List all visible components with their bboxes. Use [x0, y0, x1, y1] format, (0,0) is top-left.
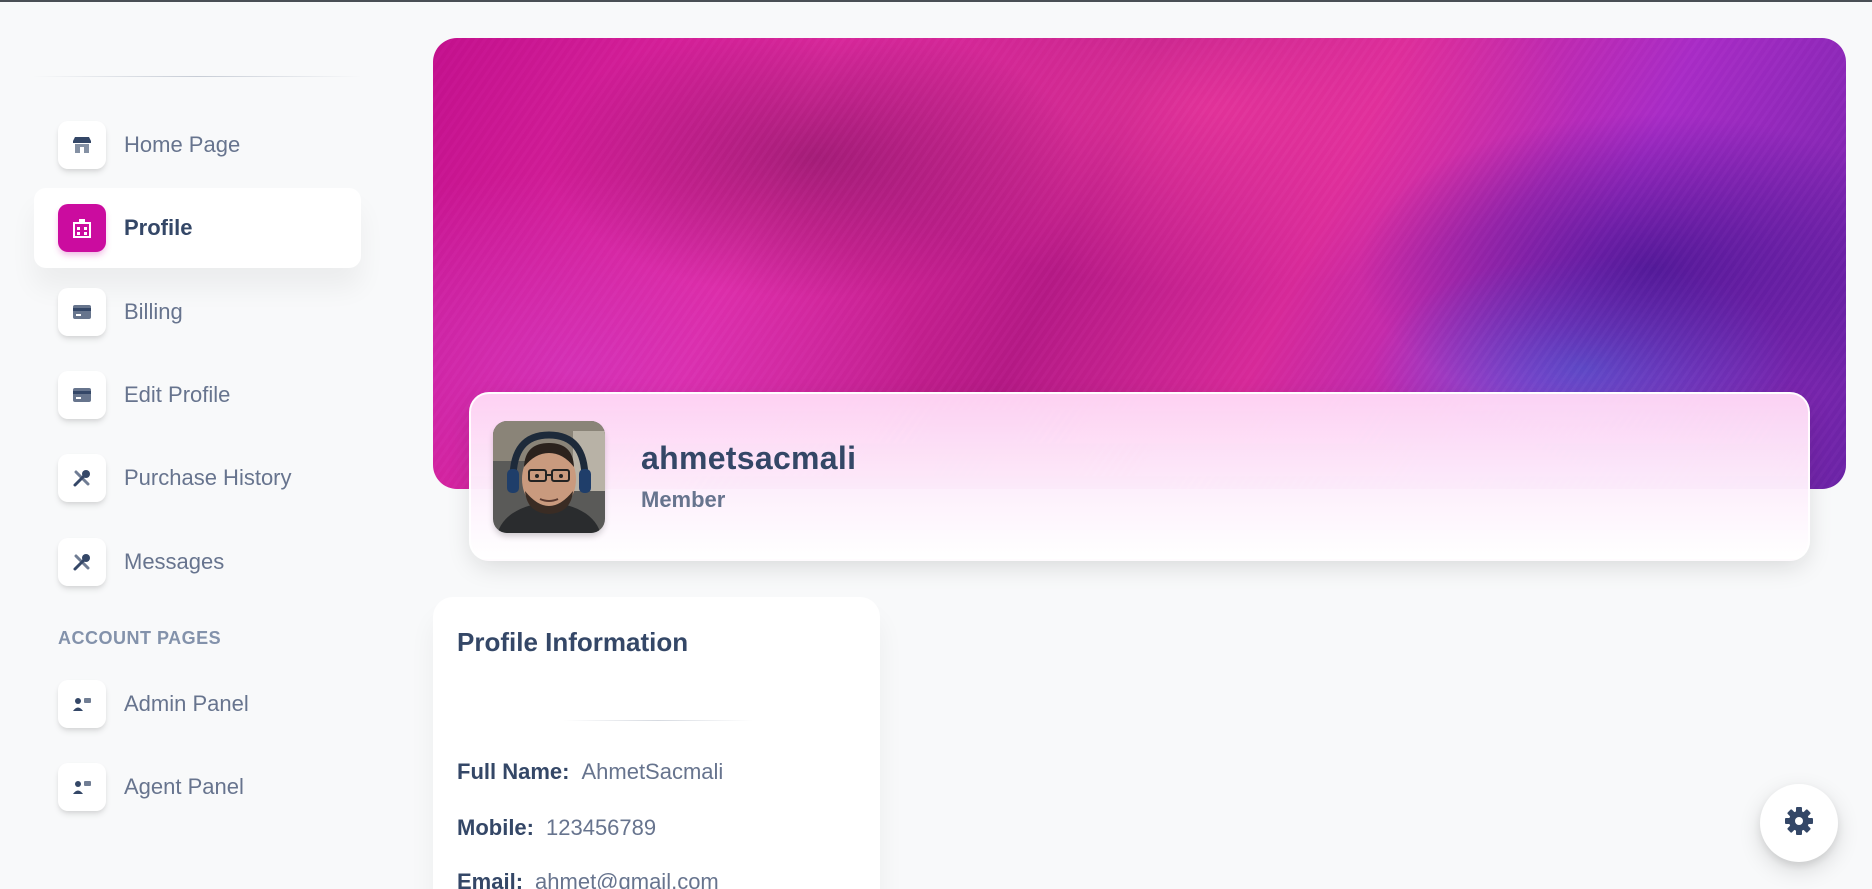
- profile-username: ahmetsacmali: [641, 440, 857, 476]
- sidebar-item-label: Profile: [124, 215, 193, 240]
- card-title: Profile Information: [457, 627, 689, 657]
- tools-icon: [58, 538, 106, 586]
- sidebar-item-label: Agent Panel: [124, 774, 244, 799]
- sidebar-item-admin-panel[interactable]: Admin Panel: [34, 664, 361, 744]
- sidebar-item-agent-panel[interactable]: Agent Panel: [34, 747, 361, 827]
- info-row-mobile: Mobile: 123456789: [457, 815, 656, 841]
- info-key: Full Name:: [457, 759, 570, 784]
- section-title-account-pages: ACCOUNT PAGES: [58, 628, 222, 648]
- sidebar-item-home-page[interactable]: Home Page: [34, 105, 361, 185]
- credit-card-icon: [58, 371, 106, 419]
- avatar: [493, 420, 605, 533]
- shop-icon: [58, 121, 106, 169]
- card-divider: [563, 720, 753, 721]
- profile-information-card: Profile Information Full Name: AhmetSacma…: [433, 597, 880, 889]
- user-card-icon: [58, 680, 106, 728]
- office-icon: [58, 204, 106, 252]
- gear-icon: [1784, 806, 1814, 841]
- tools-icon: [58, 454, 106, 502]
- info-value: ahmet@gmail.com: [535, 869, 719, 889]
- sidebar-item-label: Billing: [124, 299, 183, 324]
- sidebar-item-edit-profile[interactable]: Edit Profile: [34, 355, 361, 435]
- info-value: AhmetSacmali: [581, 759, 724, 784]
- info-key: Mobile:: [457, 815, 534, 840]
- profile-text: ahmetsacmali Member: [641, 440, 856, 513]
- info-row-full-name: Full Name: AhmetSacmali: [457, 759, 723, 785]
- sidebar-divider: [32, 76, 362, 77]
- sidebar: Home Page Profile Billing Edit Profile P…: [0, 2, 380, 889]
- settings-button[interactable]: [1760, 784, 1838, 862]
- info-row-email: Email: ahmet@gmail.com: [457, 869, 719, 889]
- sidebar-item-label: Home Page: [124, 132, 241, 157]
- sidebar-item-label: Edit Profile: [124, 382, 231, 407]
- user-card-icon: [58, 763, 106, 811]
- sidebar-item-label: Messages: [124, 549, 225, 574]
- sidebar-item-messages[interactable]: Messages: [34, 522, 361, 602]
- sidebar-item-label: Admin Panel: [124, 691, 249, 716]
- profile-summary-card: ahmetsacmali Member: [469, 392, 1810, 561]
- credit-card-icon: [58, 288, 106, 336]
- profile-role: Member: [641, 487, 726, 512]
- sidebar-item-label: Purchase History: [124, 465, 292, 490]
- sidebar-item-profile[interactable]: Profile: [34, 188, 361, 268]
- info-value: 123456789: [546, 815, 657, 840]
- info-key: Email:: [457, 869, 524, 889]
- sidebar-item-billing[interactable]: Billing: [34, 272, 361, 352]
- sidebar-item-purchase-history[interactable]: Purchase History: [34, 438, 361, 518]
